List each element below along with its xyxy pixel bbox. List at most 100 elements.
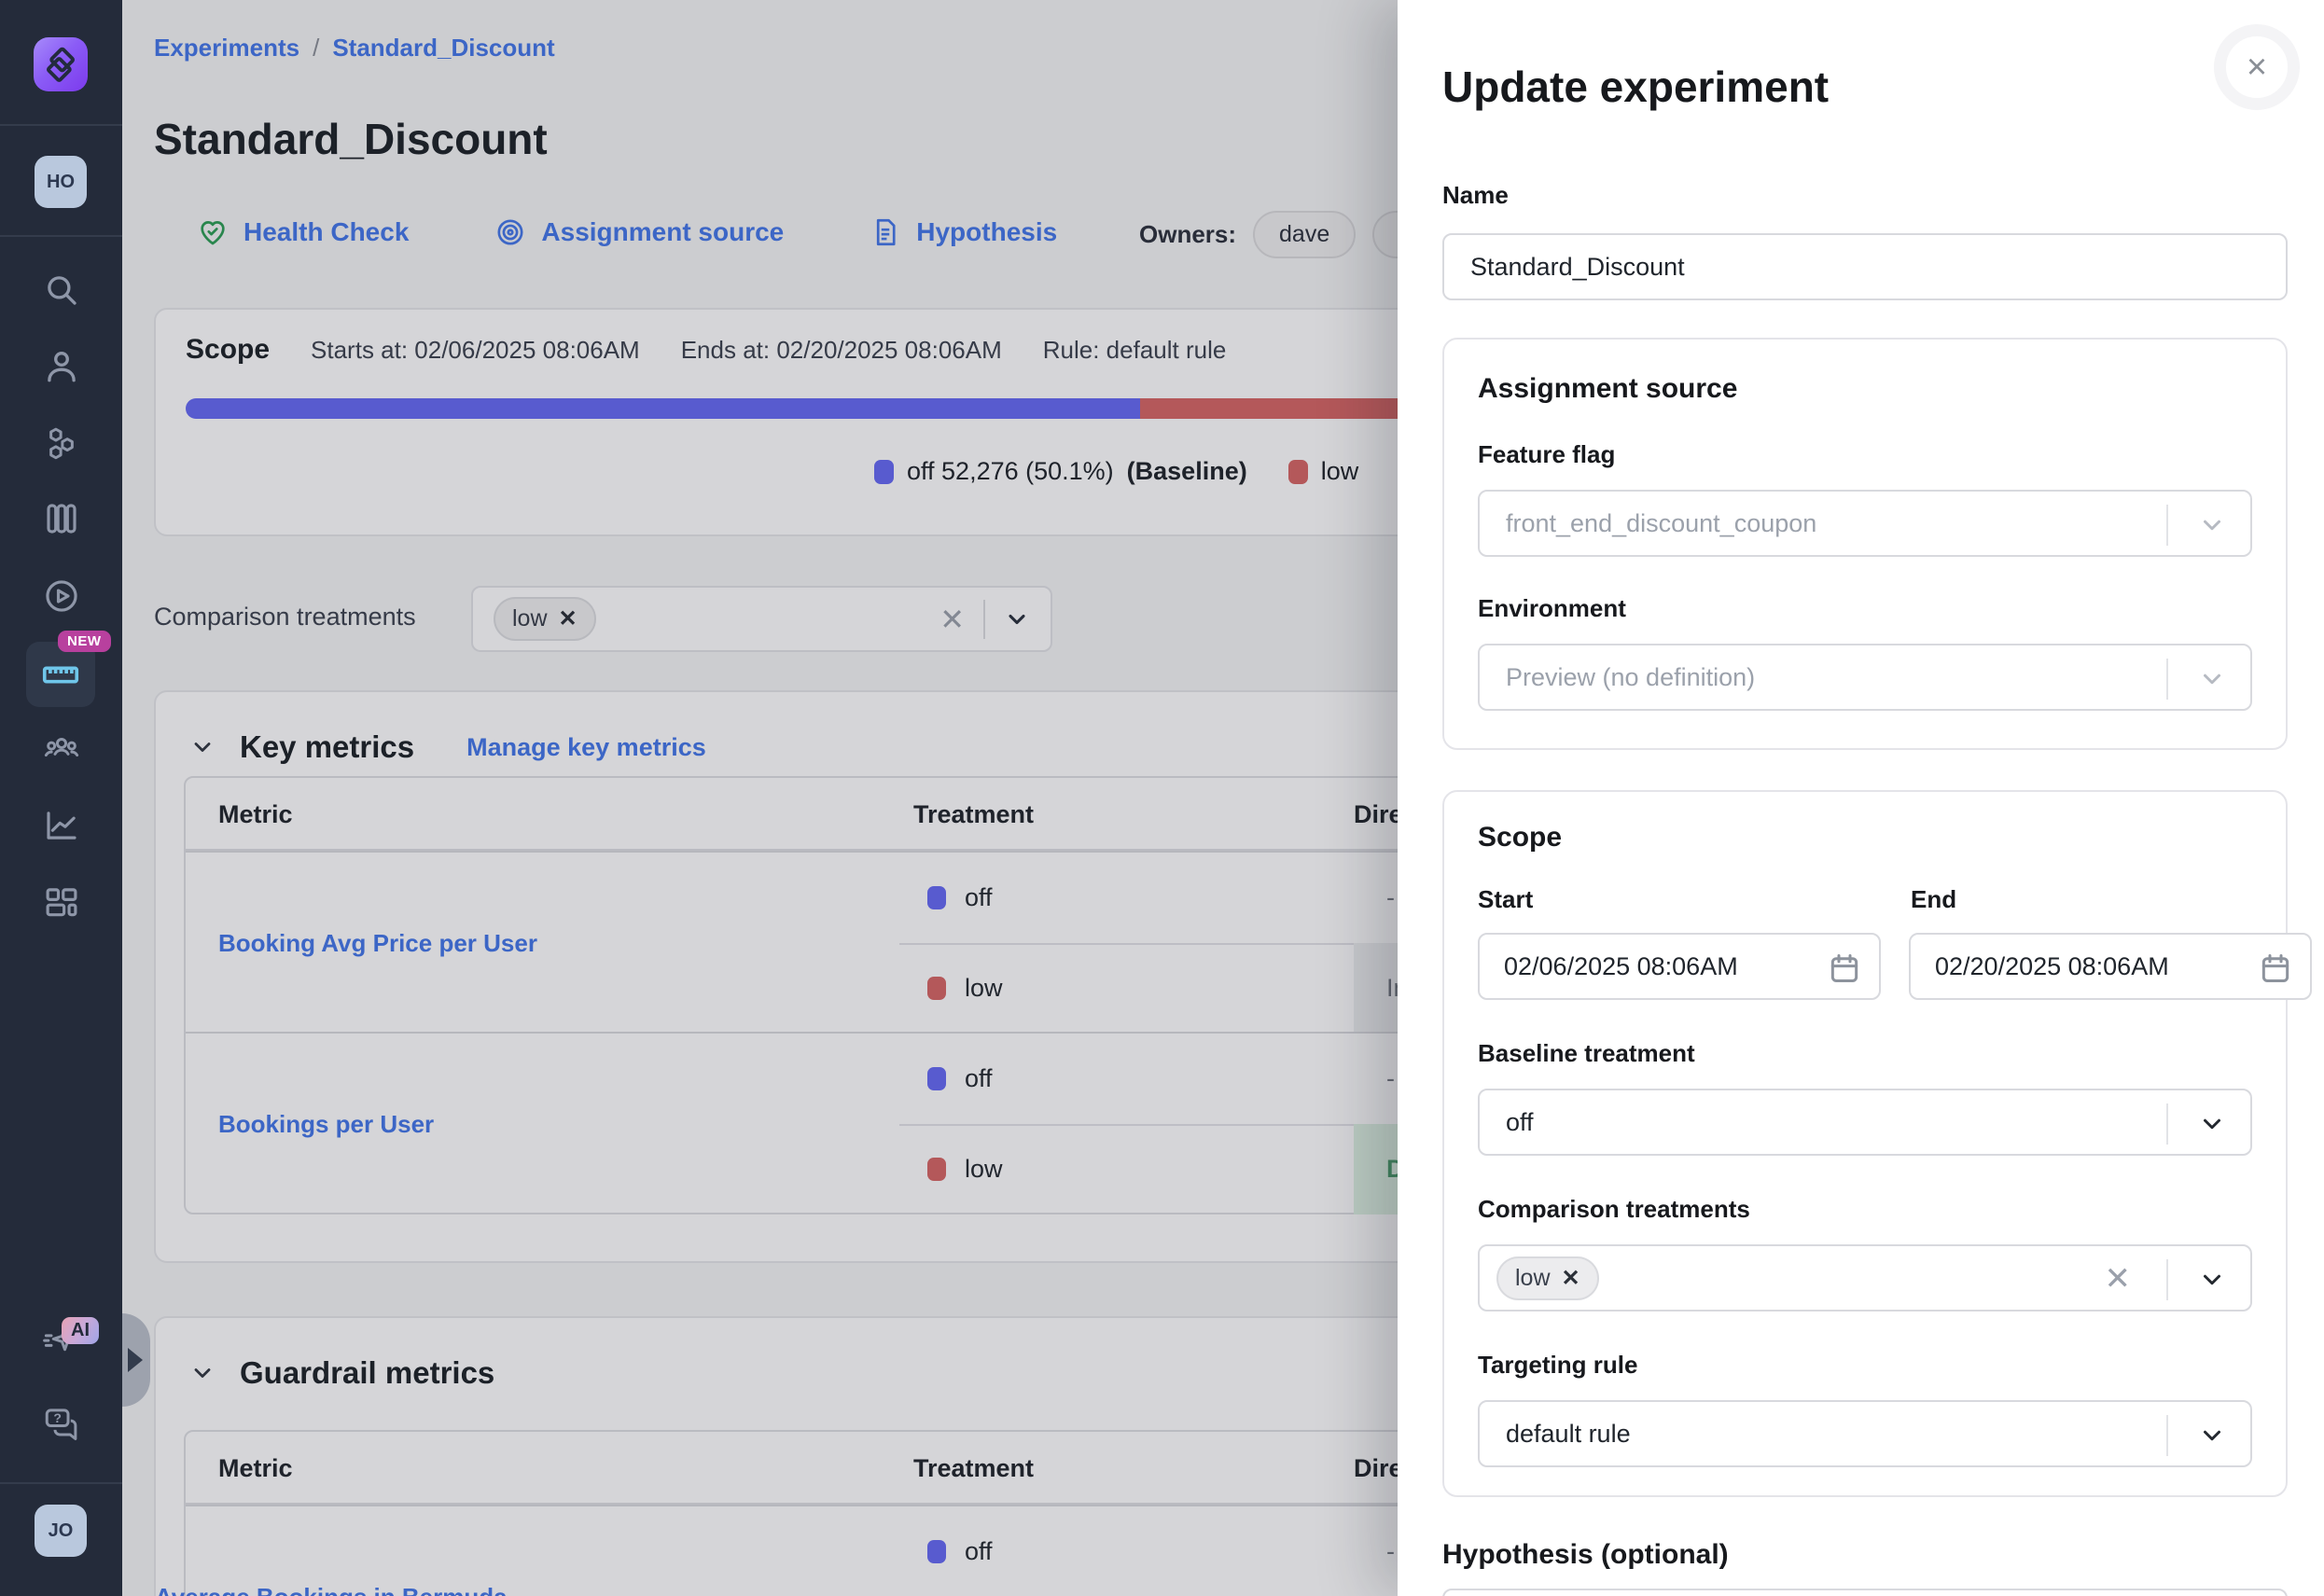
scope-header: Scope Starts at: 02/06/2025 08:06AM Ends… bbox=[186, 334, 1226, 366]
collapse-chevron-icon[interactable] bbox=[189, 1360, 216, 1386]
sidebar-expand-handle[interactable] bbox=[122, 1313, 150, 1407]
start-date-value: 02/06/2025 08:06AM bbox=[1504, 952, 1738, 981]
end-label: End bbox=[1911, 885, 1956, 914]
off-swatch bbox=[927, 1540, 946, 1563]
treatment-chip-low[interactable]: low ✕ bbox=[1496, 1256, 1599, 1300]
assignment-source-label: Assignment source bbox=[541, 217, 784, 247]
low-swatch bbox=[927, 977, 946, 1000]
clear-icon[interactable]: ✕ bbox=[2105, 1263, 2132, 1295]
targeting-rule-select[interactable]: default rule bbox=[1478, 1400, 2252, 1467]
name-label: Name bbox=[1442, 181, 1509, 210]
hypothesis-label: Hypothesis bbox=[916, 217, 1057, 247]
ruler-icon bbox=[39, 653, 82, 696]
scope-edit-card: Scope Start End 02/06/2025 08:06AM 02/20… bbox=[1442, 790, 2288, 1497]
help-chat-icon[interactable]: ? bbox=[41, 1402, 82, 1443]
document-icon bbox=[870, 216, 901, 248]
update-experiment-panel: × Update experiment Name Standard_Discou… bbox=[1398, 0, 2324, 1596]
users-icon[interactable] bbox=[41, 345, 82, 386]
scope-starts: Starts at: 02/06/2025 08:06AM bbox=[311, 336, 640, 365]
targeting-rule-label: Targeting rule bbox=[1478, 1351, 2252, 1380]
owner-pill-dave[interactable]: dave bbox=[1253, 211, 1356, 258]
targeting-rule-value: default rule bbox=[1506, 1420, 1631, 1449]
statsig-logo[interactable] bbox=[34, 37, 88, 91]
guardrail-metrics-title: Guardrail metrics bbox=[240, 1355, 494, 1391]
app-root: HO bbox=[0, 0, 2324, 1596]
manage-key-metrics-link[interactable]: Manage key metrics bbox=[466, 733, 706, 762]
treatment-chip-low[interactable]: low ✕ bbox=[494, 597, 596, 641]
hypothesis-link[interactable]: Hypothesis bbox=[870, 216, 1057, 248]
owners-label: Owners: bbox=[1139, 220, 1236, 249]
comparison-treatments-multiselect[interactable]: low ✕ ✕ bbox=[1478, 1244, 2252, 1311]
chip-label: low bbox=[1515, 1265, 1551, 1292]
audience-people-icon[interactable] bbox=[41, 729, 82, 770]
treatment-name: off bbox=[965, 1064, 993, 1093]
select-divider bbox=[983, 600, 985, 639]
logo-glyph bbox=[40, 44, 81, 85]
assignment-source-title: Assignment source bbox=[1478, 373, 2252, 405]
assignment-source-card: Assignment source Feature flag front_end… bbox=[1442, 338, 2288, 750]
metric-link-partial[interactable]: Average Bookings in Bermuda bbox=[155, 1583, 508, 1596]
chevron-down-icon bbox=[2198, 1266, 2226, 1294]
baseline-treatment-label: Baseline treatment bbox=[1478, 1039, 2252, 1068]
treatment-name: off bbox=[965, 883, 993, 912]
start-date-input[interactable]: 02/06/2025 08:06AM bbox=[1478, 933, 1881, 1000]
low-swatch bbox=[927, 1158, 946, 1181]
feature-flag-select[interactable]: front_end_discount_coupon bbox=[1478, 490, 2252, 557]
end-date-value: 02/20/2025 08:06AM bbox=[1935, 952, 2169, 981]
legend-baseline-label: (Baseline) bbox=[1127, 457, 1247, 486]
chip-remove-icon[interactable]: ✕ bbox=[1562, 1265, 1580, 1292]
dashboards-grid-icon[interactable] bbox=[41, 881, 82, 923]
key-metrics-title: Key metrics bbox=[240, 729, 414, 765]
comparison-treatments-label: Comparison treatments bbox=[154, 603, 416, 631]
scope-title: Scope bbox=[1478, 822, 2252, 854]
baseline-treatment-select[interactable]: off bbox=[1478, 1089, 2252, 1156]
start-label: Start bbox=[1478, 885, 1883, 914]
col-metric: Metric bbox=[218, 1454, 293, 1483]
legend-off-label: off 52,276 (50.1%) bbox=[907, 457, 1114, 486]
comparison-treatments-label: Comparison treatments bbox=[1478, 1195, 2252, 1224]
clear-icon[interactable]: ✕ bbox=[939, 604, 965, 634]
comparison-treatments-select[interactable]: low ✕ ✕ bbox=[471, 586, 1052, 652]
ai-badge: AI bbox=[62, 1317, 99, 1344]
search-icon[interactable] bbox=[41, 270, 82, 311]
scope-ends: Ends at: 02/20/2025 08:06AM bbox=[681, 336, 1002, 365]
new-badge: NEW bbox=[58, 631, 111, 652]
allocation-legend: off 52,276 (50.1%) (Baseline) low bbox=[874, 457, 1358, 486]
scope-label: Scope bbox=[186, 334, 270, 366]
collapse-chevron-icon[interactable] bbox=[189, 734, 216, 760]
pulse-play-icon[interactable] bbox=[41, 576, 82, 617]
chip-remove-icon[interactable]: ✕ bbox=[559, 605, 578, 632]
experiments-columns-icon[interactable] bbox=[41, 498, 82, 539]
chip-label: low bbox=[512, 605, 548, 632]
feature-flag-label: Feature flag bbox=[1478, 440, 2252, 469]
treatment-name: low bbox=[965, 1155, 1003, 1184]
col-treatment: Treatment bbox=[913, 1454, 1034, 1483]
name-input[interactable]: Standard_Discount bbox=[1442, 233, 2288, 300]
chevron-down-icon bbox=[2198, 1110, 2226, 1138]
chevron-down-icon bbox=[2198, 665, 2226, 693]
hypothesis-textarea[interactable] bbox=[1442, 1589, 2288, 1596]
off-swatch bbox=[927, 886, 946, 909]
user-avatar[interactable]: JO bbox=[35, 1505, 87, 1557]
feature-gates-icon[interactable] bbox=[41, 423, 82, 464]
analytics-chart-icon[interactable] bbox=[41, 805, 82, 846]
workspace-avatar[interactable]: HO bbox=[35, 156, 87, 208]
environment-value: Preview (no definition) bbox=[1506, 663, 1755, 692]
feature-flag-value: front_end_discount_coupon bbox=[1506, 509, 1816, 538]
chevron-down-icon bbox=[2198, 1422, 2226, 1450]
close-icon[interactable]: × bbox=[2214, 24, 2300, 110]
comparison-treatments-row: Comparison treatments low ✕ ✕ bbox=[154, 586, 1273, 652]
breadcrumb-experiments[interactable]: Experiments bbox=[154, 34, 299, 62]
breadcrumb-current[interactable]: Standard_Discount bbox=[332, 34, 554, 62]
sidebar-divider bbox=[0, 235, 122, 237]
heart-check-icon bbox=[197, 216, 229, 248]
environment-select[interactable]: Preview (no definition) bbox=[1478, 644, 2252, 711]
health-check-link[interactable]: Health Check bbox=[197, 216, 409, 248]
calendar-icon bbox=[1827, 951, 1862, 986]
col-treatment: Treatment bbox=[913, 800, 1034, 829]
environment-label: Environment bbox=[1478, 594, 2252, 623]
end-date-input[interactable]: 02/20/2025 08:06AM bbox=[1909, 933, 2312, 1000]
assignment-source-link[interactable]: Assignment source bbox=[494, 216, 784, 248]
chevron-down-icon[interactable] bbox=[1004, 606, 1030, 632]
svg-text:?: ? bbox=[53, 1410, 62, 1425]
